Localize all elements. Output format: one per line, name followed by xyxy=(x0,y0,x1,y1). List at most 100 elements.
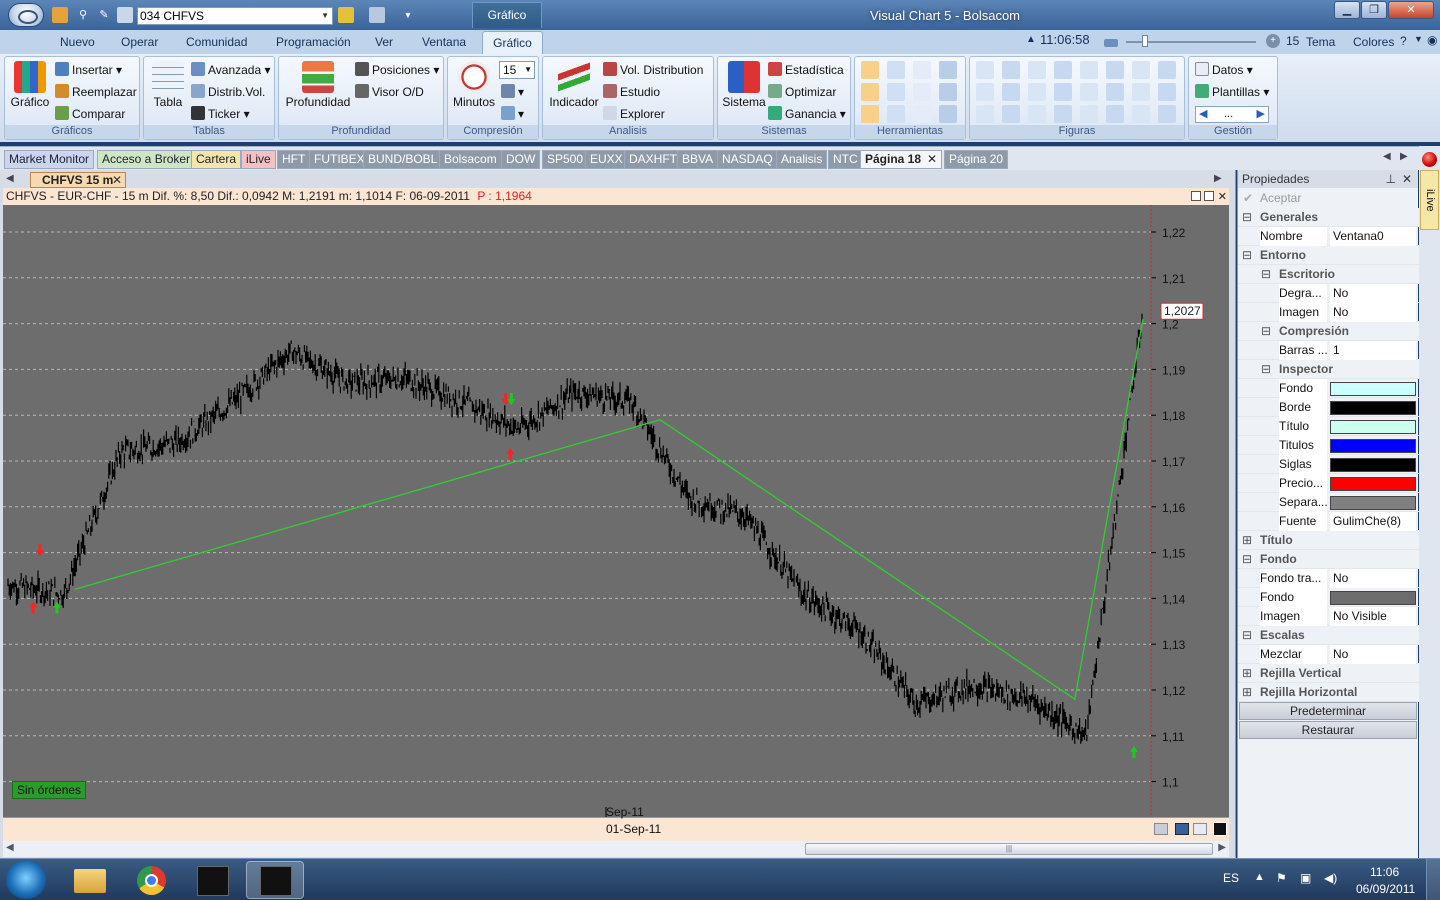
figure-tool-10-icon[interactable] xyxy=(1002,83,1020,101)
save-chart-icon[interactable] xyxy=(1175,823,1189,835)
template-nav[interactable]: ◀... ▶ xyxy=(1195,106,1269,123)
accept-button[interactable]: ✔ Aceptar xyxy=(1238,188,1418,208)
page-tab-bund-bobl[interactable]: BUND/BOBL xyxy=(363,150,443,169)
export-icon[interactable] xyxy=(1193,823,1207,835)
property-category[interactable]: ⊟ Escritorio xyxy=(1238,265,1419,284)
figure-tool-4-icon[interactable] xyxy=(1054,61,1072,79)
taskbar-visualchart-2[interactable] xyxy=(246,861,304,899)
close-chart-tab-icon[interactable]: ✕ xyxy=(112,173,122,187)
color-swatch[interactable] xyxy=(1330,496,1416,510)
avanzada-button[interactable]: Avanzada ▾ xyxy=(191,62,271,78)
tool-1-icon[interactable] xyxy=(861,61,879,79)
page-tab-daxhft[interactable]: DAXHFT xyxy=(624,150,682,169)
vol-distribution-button[interactable]: Vol. Distribution xyxy=(603,62,703,78)
figure-tool-18-icon[interactable] xyxy=(1002,105,1020,123)
insertar-button[interactable]: Insertar ▾ xyxy=(55,62,122,78)
ticker-button[interactable]: Ticker ▾ xyxy=(191,106,250,122)
property-category[interactable]: ⊟ Generales xyxy=(1238,208,1419,227)
tabs-scroll-left-icon[interactable]: ◀ xyxy=(1383,151,1391,162)
show-desktop-button[interactable] xyxy=(1426,859,1440,900)
figure-tool-22-icon[interactable] xyxy=(1106,105,1124,123)
tool-2-icon[interactable] xyxy=(887,61,905,79)
grafico-button[interactable]: Gráfico xyxy=(8,61,52,109)
expand-icon[interactable]: ⊞ xyxy=(1242,531,1252,550)
chart-minimize-icon[interactable] xyxy=(1191,191,1201,201)
figure-tool-14-icon[interactable] xyxy=(1106,83,1124,101)
figure-tool-13-icon[interactable] xyxy=(1080,83,1098,101)
page-tab-sp500[interactable]: SP500 xyxy=(542,150,589,169)
background-toggle-icon[interactable] xyxy=(1213,822,1227,836)
arrow-right-icon[interactable]: ▶ xyxy=(1257,107,1265,122)
color-swatch[interactable] xyxy=(1330,477,1416,491)
color-swatch[interactable] xyxy=(1330,382,1416,396)
figure-tool-3-icon[interactable] xyxy=(1028,61,1046,79)
start-button[interactable] xyxy=(6,861,46,899)
figure-tool-2-icon[interactable] xyxy=(1002,61,1020,79)
property-value[interactable]: No xyxy=(1330,569,1416,588)
page-tab-dow[interactable]: DOW xyxy=(501,150,541,169)
profundidad-button[interactable]: Profundidad xyxy=(282,61,354,109)
figure-tool-24-icon[interactable] xyxy=(1158,105,1176,123)
chart-type-button[interactable]: ▾ xyxy=(501,84,524,100)
compression-value-select[interactable]: 15 ▼ xyxy=(499,61,535,79)
collapse-icon[interactable]: ⊟ xyxy=(1242,208,1252,227)
expand-icon[interactable]: ⊞ xyxy=(1242,664,1252,683)
tabs-scroll-right-icon[interactable]: ▶ xyxy=(1400,151,1408,162)
property-category[interactable]: ⊞ Rejilla Vertical xyxy=(1238,664,1419,683)
color-swatch[interactable] xyxy=(1330,401,1416,415)
figure-tool-20-icon[interactable] xyxy=(1054,105,1072,123)
property-value[interactable]: No xyxy=(1330,284,1416,303)
color-swatch[interactable] xyxy=(1330,420,1416,434)
options-chevron-icon[interactable]: ▼ xyxy=(1414,34,1423,44)
collapse-icon[interactable]: ⊟ xyxy=(1261,265,1271,284)
explorer-button[interactable]: Explorer xyxy=(603,106,665,122)
page-tab-market-monitor[interactable]: Market Monitor xyxy=(4,150,95,169)
figure-tool-16-icon[interactable] xyxy=(1158,83,1176,101)
page-tab-hft[interactable]: HFT xyxy=(277,150,311,169)
volume-icon[interactable]: ◀) xyxy=(1324,871,1337,885)
figure-tool-21-icon[interactable] xyxy=(1080,105,1098,123)
estadistica-button[interactable]: Estadística xyxy=(768,62,844,78)
expand-icon[interactable]: ⊞ xyxy=(1242,683,1252,702)
posiciones-button[interactable]: Posiciones ▾ xyxy=(355,62,439,78)
chart-style-button[interactable]: ▾ xyxy=(501,106,524,122)
property-category[interactable]: ⊞ Rejilla Horizontal xyxy=(1238,683,1419,702)
property-value[interactable]: No xyxy=(1330,645,1416,664)
property-category[interactable]: ⊟ Fondo xyxy=(1238,550,1419,569)
tool-8-icon[interactable] xyxy=(939,83,957,101)
page-tab-bolsacom[interactable]: Bolsacom xyxy=(439,150,502,169)
scroll-right-icon[interactable]: ▶ xyxy=(1218,842,1226,853)
close-tab-icon[interactable]: ✕ xyxy=(927,151,937,168)
page-tab-ilive[interactable]: iLive xyxy=(241,150,276,169)
scroll-left-icon[interactable]: ◀ xyxy=(6,842,14,853)
page-tab-euxx[interactable]: EUXX xyxy=(585,150,628,169)
tab-ventana[interactable]: Ventana xyxy=(422,35,466,49)
taskbar-chrome[interactable] xyxy=(122,861,180,899)
figure-tool-6-icon[interactable] xyxy=(1106,61,1124,79)
chart-tab[interactable]: CHFVS 15 m ✕ xyxy=(30,172,126,188)
scrollbar-thumb[interactable]: ||| xyxy=(805,843,1213,855)
horizontal-scrollbar[interactable]: ◀ ||| ▶ xyxy=(3,841,1229,857)
figure-tool-23-icon[interactable] xyxy=(1132,105,1150,123)
price-chart[interactable]: 1,22 1,21 1,2 1,19 1,18 1,17 1,16 1,15 1,14 1,13 1… xyxy=(3,205,1229,817)
page-tab-acceso-broker[interactable]: Acceso a Broker xyxy=(97,150,196,169)
colors-menu[interactable]: Colores xyxy=(1353,35,1394,49)
collapse-icon[interactable]: ⊟ xyxy=(1242,626,1252,645)
property-value[interactable]: 1 xyxy=(1330,341,1416,360)
tab-comunidad[interactable]: Comunidad xyxy=(186,35,247,49)
tool-5-icon[interactable] xyxy=(861,83,879,101)
distrib-vol-button[interactable]: Distrib.Vol. xyxy=(191,84,265,100)
language-indicator[interactable]: ES xyxy=(1223,871,1239,885)
restaurar-button[interactable]: Restaurar xyxy=(1239,721,1417,739)
maximize-button[interactable]: ❐ xyxy=(1361,1,1387,19)
property-category[interactable]: ⊟ Escalas xyxy=(1238,626,1419,645)
sistema-button[interactable]: Sistema xyxy=(721,61,767,109)
tool-4-icon[interactable] xyxy=(939,61,957,79)
color-swatch[interactable] xyxy=(1330,458,1416,472)
help-circle-icon[interactable]: ◉ xyxy=(1427,33,1437,47)
tab-nuevo[interactable]: Nuevo xyxy=(60,35,95,49)
figure-tool-1-icon[interactable] xyxy=(976,61,994,79)
figure-tool-17-icon[interactable] xyxy=(976,105,994,123)
page-tab-cartera[interactable]: Cartera xyxy=(191,150,242,169)
print-icon[interactable] xyxy=(1154,823,1168,835)
